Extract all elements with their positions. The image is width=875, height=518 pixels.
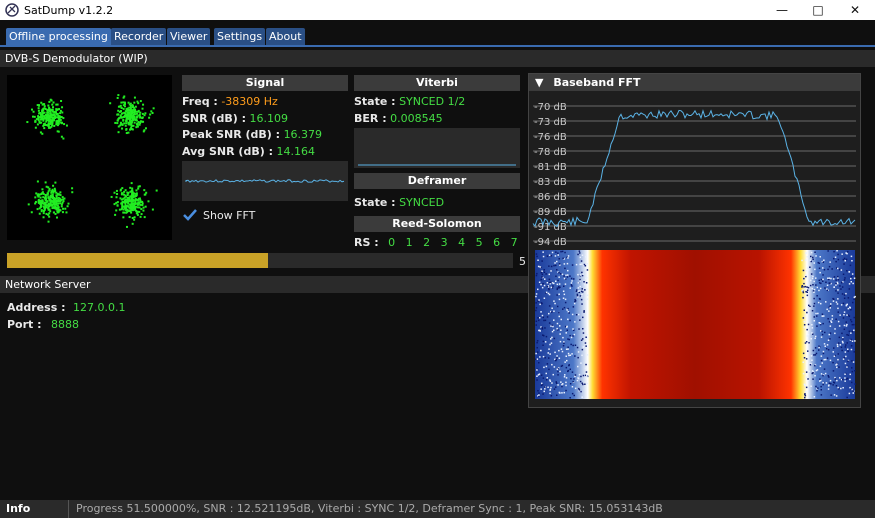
rs-row: RS : 0 1 2 3 4 5 6 7 <box>354 236 518 249</box>
freq-row: Freq : -38309 Hz <box>182 95 278 108</box>
network-server-title: Network Server <box>5 278 91 291</box>
demodulator-title: DVB-S Demodulator (WIP) <box>5 52 148 65</box>
snr-history-line <box>185 179 345 183</box>
rs-value-0: 0 <box>388 236 396 249</box>
constellation-plot <box>7 75 172 240</box>
peak-snr-value: 16.379 <box>283 128 323 141</box>
ber-label: BER : <box>354 112 387 125</box>
minimize-button[interactable]: — <box>765 0 799 20</box>
avg-snr-value: 14.164 <box>276 145 315 158</box>
maximize-button[interactable]: □ <box>801 0 835 20</box>
deframer-state-label: State : <box>354 196 396 209</box>
fft-canvas: -70 dB -73 dB -76 dB -78 dB -81 dB -83 dB -86 … <box>532 102 856 399</box>
peak-snr-label: Peak SNR (dB) : <box>182 128 281 141</box>
tab-viewer[interactable]: Viewer <box>167 28 211 45</box>
port-value: 8888 <box>51 318 80 331</box>
address-value: 127.0.0.1 <box>72 301 126 314</box>
rs-value-2: 2 <box>423 236 431 249</box>
collapse-triangle-icon[interactable]: ▼ <box>529 76 543 89</box>
tab-about[interactable]: About <box>266 28 305 45</box>
title-bar: SatDump v1.2.2 — □ ✕ <box>0 0 875 20</box>
show-fft-label: Show FFT <box>203 208 256 222</box>
fft-db-label: -73 dB <box>534 117 567 128</box>
avg-snr-label: Avg SNR (dB) : <box>182 145 273 158</box>
freq-value: -38309 Hz <box>221 95 278 108</box>
fft-db-label: -76 dB <box>534 132 567 143</box>
ber-row: BER : 0.008545 <box>354 112 443 125</box>
tab-offline-processing[interactable]: Offline processing <box>6 28 111 45</box>
signal-header: Signal <box>182 75 348 91</box>
ber-value: 0.008545 <box>390 112 443 125</box>
fft-db-label: -89 dB <box>534 207 567 218</box>
minimize-icon: — <box>776 3 788 17</box>
rs-value-5: 5 <box>475 236 483 249</box>
reed-solomon-header: Reed-Solomon <box>354 216 520 232</box>
fft-db-label: -94 dB <box>534 237 567 248</box>
window-title: SatDump v1.2.2 <box>24 4 114 17</box>
progress-label: 5 <box>519 255 526 268</box>
snr-history-plot <box>182 161 348 201</box>
demodulator-section-header: DVB-S Demodulator (WIP) <box>0 50 875 67</box>
snr-value: 16.109 <box>249 112 288 125</box>
main-tab-bar: Offline processing Recorder Viewer Setti… <box>0 20 875 46</box>
rs-value-4: 4 <box>458 236 466 249</box>
viterbi-header: Viterbi <box>354 75 520 91</box>
viterbi-state-row: State : SYNCED 1/2 <box>354 95 465 108</box>
progress-bar-fill <box>7 253 268 268</box>
tab-recorder[interactable]: Recorder <box>111 28 167 45</box>
progress-track <box>7 253 513 268</box>
viterbi-state-value: SYNCED 1/2 <box>399 95 466 108</box>
address-row: Address : 127.0.0.1 <box>7 301 125 314</box>
rs-value-7: 7 <box>510 236 518 249</box>
fft-window-header[interactable]: ▼ Baseband FFT <box>529 74 860 91</box>
peak-snr-row: Peak SNR (dB) : 16.379 <box>182 128 322 141</box>
fft-db-label: -78 dB <box>534 147 567 158</box>
ber-history-line <box>358 164 516 166</box>
checkmark-icon <box>183 209 197 221</box>
port-label: Port : <box>7 318 42 331</box>
satdump-app-icon <box>5 3 19 17</box>
snr-row: SNR (dB) : 16.109 <box>182 112 288 125</box>
rs-value-6: 6 <box>493 236 501 249</box>
status-label: Info <box>6 502 31 515</box>
status-text: Progress 51.500000%, SNR : 12.521195dB, … <box>76 502 663 515</box>
status-separator <box>68 500 69 518</box>
fft-db-label: -91 dB <box>534 222 567 233</box>
status-bar: Info Progress 51.500000%, SNR : 12.52119… <box>0 500 875 518</box>
rs-value-3: 3 <box>440 236 448 249</box>
deframer-state-value: SYNCED <box>399 196 445 209</box>
close-button[interactable]: ✕ <box>838 0 872 20</box>
fft-db-label: -86 dB <box>534 192 567 203</box>
close-icon: ✕ <box>849 3 861 17</box>
fft-spectrum-trace <box>532 109 856 228</box>
tab-underline <box>0 45 875 47</box>
freq-label: Freq : <box>182 95 218 108</box>
rs-value-1: 1 <box>405 236 413 249</box>
port-row: Port : 8888 <box>7 318 79 331</box>
constellation-canvas <box>26 94 158 228</box>
viterbi-state-label: State : <box>354 95 396 108</box>
tab-settings[interactable]: Settings <box>214 28 266 45</box>
baseband-fft-window[interactable]: ▼ Baseband FFT -70 dB -73 dB -76 dB -78 dB -… <box>528 73 861 408</box>
maximize-icon: □ <box>812 3 824 17</box>
avg-snr-row: Avg SNR (dB) : 14.164 <box>182 145 315 158</box>
snr-label: SNR (dB) : <box>182 112 246 125</box>
fft-window-title: Baseband FFT <box>553 76 641 89</box>
deframer-header: Deframer <box>354 173 520 189</box>
address-label: Address : <box>7 301 66 314</box>
fft-db-label: -81 dB <box>534 162 567 173</box>
fft-db-label: -83 dB <box>534 177 567 188</box>
rs-label: RS : <box>354 236 379 249</box>
fft-db-label: -70 dB <box>534 102 567 113</box>
show-fft-checkbox[interactable]: Show FFT <box>182 208 255 222</box>
deframer-state-row: State : SYNCED <box>354 196 444 209</box>
ber-history-plot <box>354 128 520 168</box>
